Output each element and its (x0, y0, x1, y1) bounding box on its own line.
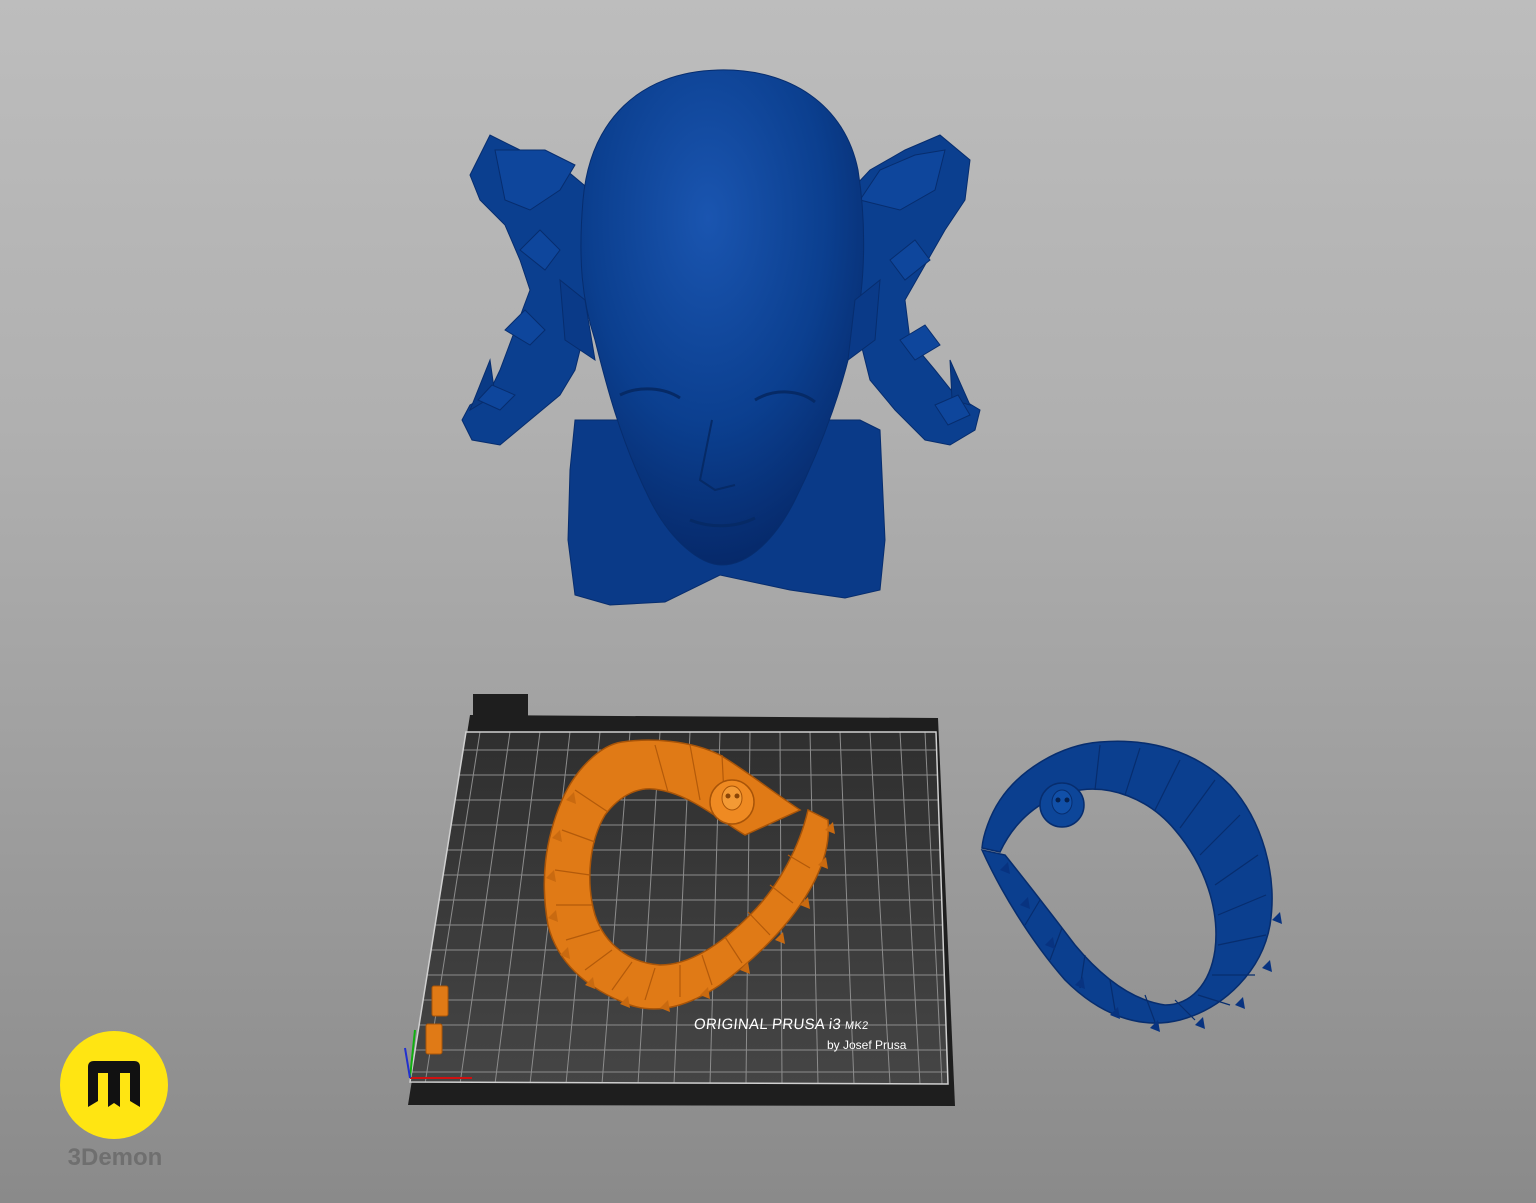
3d-viewport[interactable]: ORIGINAL PRUSA i3 MK2 by Josef Prusa 3Dem… (0, 0, 1536, 1203)
bed-title-text: ORIGINAL PRUSA i3 (693, 1016, 842, 1033)
bed-model-suffix: MK2 (844, 1020, 870, 1032)
brand-name: 3Demon (67, 1144, 163, 1171)
right-horn[interactable] (841, 134, 981, 446)
skull-emblem (709, 779, 755, 825)
bed-brand-title: ORIGINAL PRUSA i3 MK2 (693, 1016, 869, 1033)
bed-brand-subtitle: by Josef Prusa (827, 1038, 907, 1052)
3demon-m-logo-icon (60, 1031, 168, 1139)
horn-model-side[interactable] (980, 740, 1282, 1032)
head-bust-model[interactable] (461, 69, 981, 606)
bed-tab (473, 694, 528, 718)
skull-emblem-side (1039, 782, 1085, 828)
